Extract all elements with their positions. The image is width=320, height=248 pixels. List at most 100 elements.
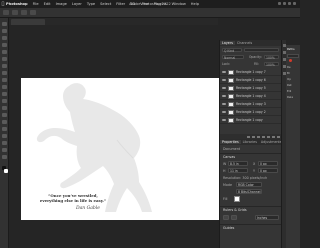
pen-tool-icon[interactable] [2, 120, 7, 124]
eye-icon[interactable] [222, 79, 226, 81]
bit-depth-select[interactable]: 8 Bits/Channel [236, 189, 262, 194]
marquee-tool-icon[interactable] [2, 29, 7, 33]
crop-tool-icon[interactable] [2, 50, 7, 54]
tool-preset-icon[interactable] [12, 10, 18, 15]
healing-tool-icon[interactable] [2, 64, 7, 68]
document-tab[interactable] [11, 19, 45, 25]
resolution-text: Resolution: 300 pixels/inch [223, 176, 268, 180]
stamp-tool-icon[interactable] [2, 78, 7, 82]
fill-color-swatch[interactable] [234, 196, 240, 202]
x-label: X [253, 162, 256, 166]
secondary-panel: Paths Re Br Op Ret Edi Rela [286, 45, 300, 248]
option-icon[interactable] [21, 10, 27, 15]
eye-icon[interactable] [222, 87, 226, 89]
folder-icon[interactable] [267, 135, 270, 138]
layer-thumbnail [228, 101, 234, 107]
adjustment-icon[interactable] [262, 135, 265, 138]
eraser-tool-icon[interactable] [2, 92, 7, 96]
layer-name: Rectangle 1 copy 5 [236, 86, 266, 90]
layer-filter-icons[interactable] [244, 48, 279, 52]
mode-label: Mode [223, 183, 232, 187]
fill-input[interactable]: 100% [264, 62, 279, 67]
new-layer-icon[interactable] [272, 135, 275, 138]
brush-tool-icon[interactable] [2, 71, 7, 75]
menu-file[interactable]: File [33, 2, 39, 6]
fill-label: Fill: [254, 62, 260, 66]
y-input[interactable]: 0 px [258, 168, 278, 173]
tab-layers[interactable]: Layers [220, 41, 235, 45]
layer-row[interactable]: Rectangle 1 copy 7 [220, 69, 282, 76]
menu-window[interactable]: Window [172, 2, 186, 6]
menu-3d[interactable]: 3D [130, 2, 135, 6]
menu-view[interactable]: View [140, 2, 149, 6]
dodge-tool-icon[interactable] [2, 113, 7, 117]
shape-tool-icon[interactable] [2, 141, 7, 145]
layer-filter-kind[interactable]: Q Kind [222, 48, 242, 53]
eye-icon[interactable] [222, 71, 226, 73]
eyedropper-tool-icon[interactable] [2, 57, 7, 61]
move-tool-icon[interactable] [2, 22, 7, 26]
menu-layer[interactable]: Layer [72, 2, 82, 6]
menu-image[interactable]: Image [56, 2, 67, 6]
width-label: W [223, 162, 227, 166]
blend-mode-select[interactable]: Normal [222, 55, 244, 60]
background-color-swatch[interactable] [4, 169, 8, 173]
x-input[interactable]: 0 px [258, 161, 278, 166]
grid-icon[interactable] [231, 215, 237, 220]
tab-properties[interactable]: Properties [220, 140, 241, 144]
y-label: Y [253, 169, 256, 173]
menu-edit[interactable]: Edit [44, 2, 51, 6]
eye-icon[interactable] [222, 95, 226, 97]
secondary-field[interactable] [287, 54, 299, 58]
signature: Dan Gable [76, 206, 100, 211]
mask-icon[interactable] [257, 135, 260, 138]
hand-tool-icon[interactable] [2, 148, 7, 152]
option-icon[interactable] [30, 10, 36, 15]
layer-name: Rectangle 1 copy 2 [236, 110, 266, 114]
layer-row[interactable]: Rectangle 1 copy 4 [220, 93, 282, 100]
layer-row[interactable]: Rectangle 1 copy 3 [220, 101, 282, 108]
layer-row[interactable]: Rectangle 1 copy [220, 117, 282, 124]
fx-icon[interactable] [252, 135, 255, 138]
units-select[interactable]: Inches [255, 215, 279, 220]
object-select-tool-icon[interactable] [2, 43, 7, 47]
layer-row[interactable]: Rectangle 1 copy 2 [220, 109, 282, 116]
mode-select[interactable]: RGB Color [236, 182, 262, 187]
history-brush-icon[interactable] [2, 85, 7, 89]
blur-tool-icon[interactable] [2, 106, 7, 110]
menu-filter[interactable]: Filter [116, 2, 125, 6]
home-icon[interactable] [3, 10, 9, 15]
tab-channels[interactable]: Channels [235, 41, 254, 45]
lasso-tool-icon[interactable] [2, 36, 7, 40]
trash-icon[interactable] [277, 135, 280, 138]
zoom-tool-icon[interactable] [2, 155, 7, 159]
eye-icon[interactable] [222, 111, 226, 113]
menu-plugins[interactable]: Plugins [154, 2, 167, 6]
tab-libraries[interactable]: Libraries [241, 140, 259, 144]
link-icon[interactable] [247, 135, 250, 138]
gradient-tool-icon[interactable] [2, 99, 7, 103]
ruler-icon[interactable] [223, 215, 229, 220]
height-label: H [223, 169, 226, 173]
layer-name: Rectangle 1 copy 6 [236, 78, 266, 82]
secondary-item: Rela [287, 95, 294, 99]
layer-name: Rectangle 1 copy 3 [236, 102, 266, 106]
menu-select[interactable]: Select [100, 2, 111, 6]
eye-icon[interactable] [222, 119, 226, 121]
menu-help[interactable]: Help [191, 2, 199, 6]
document-canvas[interactable]: “Once you’ve wrestled, everything else i… [21, 78, 219, 220]
height-input[interactable]: 11 in [228, 168, 248, 173]
tab-paths[interactable]: Paths [287, 47, 295, 51]
menu-bar:  Photoshop File Edit Image Layer Type S… [0, 0, 300, 8]
eye-icon[interactable] [222, 103, 226, 105]
layer-row[interactable]: Rectangle 1 copy 6 [220, 77, 282, 84]
fill-label: Fill [223, 197, 228, 201]
opacity-input[interactable]: 100% [264, 55, 279, 60]
width-input[interactable]: 8.5 in [228, 161, 248, 166]
tab-adjustments[interactable]: Adjustments [259, 140, 284, 144]
menu-type[interactable]: Type [87, 2, 95, 6]
menu-app[interactable]: Photoshop [6, 2, 28, 6]
path-select-tool-icon[interactable] [2, 134, 7, 138]
type-tool-icon[interactable] [2, 127, 7, 131]
layer-row[interactable]: Rectangle 1 copy 5 [220, 85, 282, 92]
